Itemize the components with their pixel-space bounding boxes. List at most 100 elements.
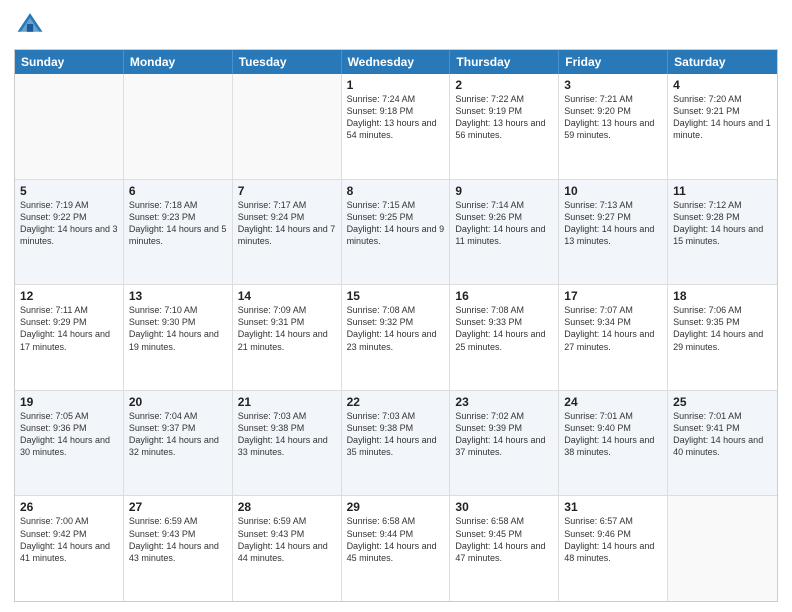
empty-cell [668, 496, 777, 601]
day-number: 30 [455, 500, 553, 514]
day-cell-17: 17Sunrise: 7:07 AM Sunset: 9:34 PM Dayli… [559, 285, 668, 390]
day-info: Sunrise: 7:12 AM Sunset: 9:28 PM Dayligh… [673, 199, 772, 248]
day-number: 11 [673, 184, 772, 198]
day-number: 9 [455, 184, 553, 198]
day-info: Sunrise: 7:19 AM Sunset: 9:22 PM Dayligh… [20, 199, 118, 248]
day-info: Sunrise: 7:03 AM Sunset: 9:38 PM Dayligh… [347, 410, 445, 459]
day-number: 19 [20, 395, 118, 409]
day-number: 27 [129, 500, 227, 514]
day-number: 17 [564, 289, 662, 303]
day-number: 29 [347, 500, 445, 514]
day-number: 13 [129, 289, 227, 303]
day-info: Sunrise: 6:59 AM Sunset: 9:43 PM Dayligh… [238, 515, 336, 564]
day-cell-5: 5Sunrise: 7:19 AM Sunset: 9:22 PM Daylig… [15, 180, 124, 285]
day-info: Sunrise: 7:05 AM Sunset: 9:36 PM Dayligh… [20, 410, 118, 459]
logo-icon [16, 10, 44, 38]
day-cell-28: 28Sunrise: 6:59 AM Sunset: 9:43 PM Dayli… [233, 496, 342, 601]
empty-cell [233, 74, 342, 179]
day-info: Sunrise: 7:00 AM Sunset: 9:42 PM Dayligh… [20, 515, 118, 564]
page: SundayMondayTuesdayWednesdayThursdayFrid… [0, 0, 792, 612]
day-cell-13: 13Sunrise: 7:10 AM Sunset: 9:30 PM Dayli… [124, 285, 233, 390]
day-number: 26 [20, 500, 118, 514]
day-number: 2 [455, 78, 553, 92]
day-info: Sunrise: 7:20 AM Sunset: 9:21 PM Dayligh… [673, 93, 772, 142]
day-info: Sunrise: 7:08 AM Sunset: 9:32 PM Dayligh… [347, 304, 445, 353]
calendar-row-1: 5Sunrise: 7:19 AM Sunset: 9:22 PM Daylig… [15, 179, 777, 285]
header-day-sunday: Sunday [15, 50, 124, 74]
day-cell-24: 24Sunrise: 7:01 AM Sunset: 9:40 PM Dayli… [559, 391, 668, 496]
day-info: Sunrise: 7:08 AM Sunset: 9:33 PM Dayligh… [455, 304, 553, 353]
day-cell-19: 19Sunrise: 7:05 AM Sunset: 9:36 PM Dayli… [15, 391, 124, 496]
day-info: Sunrise: 7:09 AM Sunset: 9:31 PM Dayligh… [238, 304, 336, 353]
day-cell-10: 10Sunrise: 7:13 AM Sunset: 9:27 PM Dayli… [559, 180, 668, 285]
day-number: 22 [347, 395, 445, 409]
day-number: 5 [20, 184, 118, 198]
empty-cell [124, 74, 233, 179]
day-number: 15 [347, 289, 445, 303]
day-info: Sunrise: 7:10 AM Sunset: 9:30 PM Dayligh… [129, 304, 227, 353]
day-number: 8 [347, 184, 445, 198]
day-info: Sunrise: 7:14 AM Sunset: 9:26 PM Dayligh… [455, 199, 553, 248]
day-info: Sunrise: 7:21 AM Sunset: 9:20 PM Dayligh… [564, 93, 662, 142]
empty-cell [15, 74, 124, 179]
day-number: 4 [673, 78, 772, 92]
day-cell-3: 3Sunrise: 7:21 AM Sunset: 9:20 PM Daylig… [559, 74, 668, 179]
day-cell-18: 18Sunrise: 7:06 AM Sunset: 9:35 PM Dayli… [668, 285, 777, 390]
calendar-row-4: 26Sunrise: 7:00 AM Sunset: 9:42 PM Dayli… [15, 495, 777, 601]
day-cell-16: 16Sunrise: 7:08 AM Sunset: 9:33 PM Dayli… [450, 285, 559, 390]
day-info: Sunrise: 6:58 AM Sunset: 9:44 PM Dayligh… [347, 515, 445, 564]
day-cell-4: 4Sunrise: 7:20 AM Sunset: 9:21 PM Daylig… [668, 74, 777, 179]
calendar-body: 1Sunrise: 7:24 AM Sunset: 9:18 PM Daylig… [15, 74, 777, 601]
day-info: Sunrise: 7:17 AM Sunset: 9:24 PM Dayligh… [238, 199, 336, 248]
day-number: 20 [129, 395, 227, 409]
day-info: Sunrise: 6:58 AM Sunset: 9:45 PM Dayligh… [455, 515, 553, 564]
day-cell-21: 21Sunrise: 7:03 AM Sunset: 9:38 PM Dayli… [233, 391, 342, 496]
day-number: 25 [673, 395, 772, 409]
day-number: 16 [455, 289, 553, 303]
day-number: 1 [347, 78, 445, 92]
header-day-monday: Monday [124, 50, 233, 74]
header-day-saturday: Saturday [668, 50, 777, 74]
logo [14, 10, 44, 43]
day-cell-25: 25Sunrise: 7:01 AM Sunset: 9:41 PM Dayli… [668, 391, 777, 496]
day-info: Sunrise: 7:24 AM Sunset: 9:18 PM Dayligh… [347, 93, 445, 142]
header-day-tuesday: Tuesday [233, 50, 342, 74]
day-info: Sunrise: 7:06 AM Sunset: 9:35 PM Dayligh… [673, 304, 772, 353]
day-cell-14: 14Sunrise: 7:09 AM Sunset: 9:31 PM Dayli… [233, 285, 342, 390]
calendar: SundayMondayTuesdayWednesdayThursdayFrid… [14, 49, 778, 602]
day-info: Sunrise: 7:22 AM Sunset: 9:19 PM Dayligh… [455, 93, 553, 142]
day-number: 6 [129, 184, 227, 198]
calendar-row-3: 19Sunrise: 7:05 AM Sunset: 9:36 PM Dayli… [15, 390, 777, 496]
day-info: Sunrise: 7:01 AM Sunset: 9:40 PM Dayligh… [564, 410, 662, 459]
header-day-wednesday: Wednesday [342, 50, 451, 74]
day-cell-1: 1Sunrise: 7:24 AM Sunset: 9:18 PM Daylig… [342, 74, 451, 179]
day-number: 3 [564, 78, 662, 92]
header-day-thursday: Thursday [450, 50, 559, 74]
calendar-header: SundayMondayTuesdayWednesdayThursdayFrid… [15, 50, 777, 74]
day-info: Sunrise: 7:07 AM Sunset: 9:34 PM Dayligh… [564, 304, 662, 353]
day-cell-8: 8Sunrise: 7:15 AM Sunset: 9:25 PM Daylig… [342, 180, 451, 285]
day-cell-12: 12Sunrise: 7:11 AM Sunset: 9:29 PM Dayli… [15, 285, 124, 390]
day-cell-15: 15Sunrise: 7:08 AM Sunset: 9:32 PM Dayli… [342, 285, 451, 390]
day-number: 31 [564, 500, 662, 514]
day-cell-30: 30Sunrise: 6:58 AM Sunset: 9:45 PM Dayli… [450, 496, 559, 601]
day-number: 10 [564, 184, 662, 198]
calendar-row-2: 12Sunrise: 7:11 AM Sunset: 9:29 PM Dayli… [15, 284, 777, 390]
day-cell-9: 9Sunrise: 7:14 AM Sunset: 9:26 PM Daylig… [450, 180, 559, 285]
day-number: 14 [238, 289, 336, 303]
day-number: 12 [20, 289, 118, 303]
day-info: Sunrise: 7:13 AM Sunset: 9:27 PM Dayligh… [564, 199, 662, 248]
day-cell-6: 6Sunrise: 7:18 AM Sunset: 9:23 PM Daylig… [124, 180, 233, 285]
day-info: Sunrise: 6:59 AM Sunset: 9:43 PM Dayligh… [129, 515, 227, 564]
day-cell-26: 26Sunrise: 7:00 AM Sunset: 9:42 PM Dayli… [15, 496, 124, 601]
calendar-row-0: 1Sunrise: 7:24 AM Sunset: 9:18 PM Daylig… [15, 74, 777, 179]
day-cell-31: 31Sunrise: 6:57 AM Sunset: 9:46 PM Dayli… [559, 496, 668, 601]
day-info: Sunrise: 7:18 AM Sunset: 9:23 PM Dayligh… [129, 199, 227, 248]
day-cell-27: 27Sunrise: 6:59 AM Sunset: 9:43 PM Dayli… [124, 496, 233, 601]
day-number: 23 [455, 395, 553, 409]
day-cell-20: 20Sunrise: 7:04 AM Sunset: 9:37 PM Dayli… [124, 391, 233, 496]
day-info: Sunrise: 7:04 AM Sunset: 9:37 PM Dayligh… [129, 410, 227, 459]
day-number: 28 [238, 500, 336, 514]
day-info: Sunrise: 7:15 AM Sunset: 9:25 PM Dayligh… [347, 199, 445, 248]
day-info: Sunrise: 7:02 AM Sunset: 9:39 PM Dayligh… [455, 410, 553, 459]
